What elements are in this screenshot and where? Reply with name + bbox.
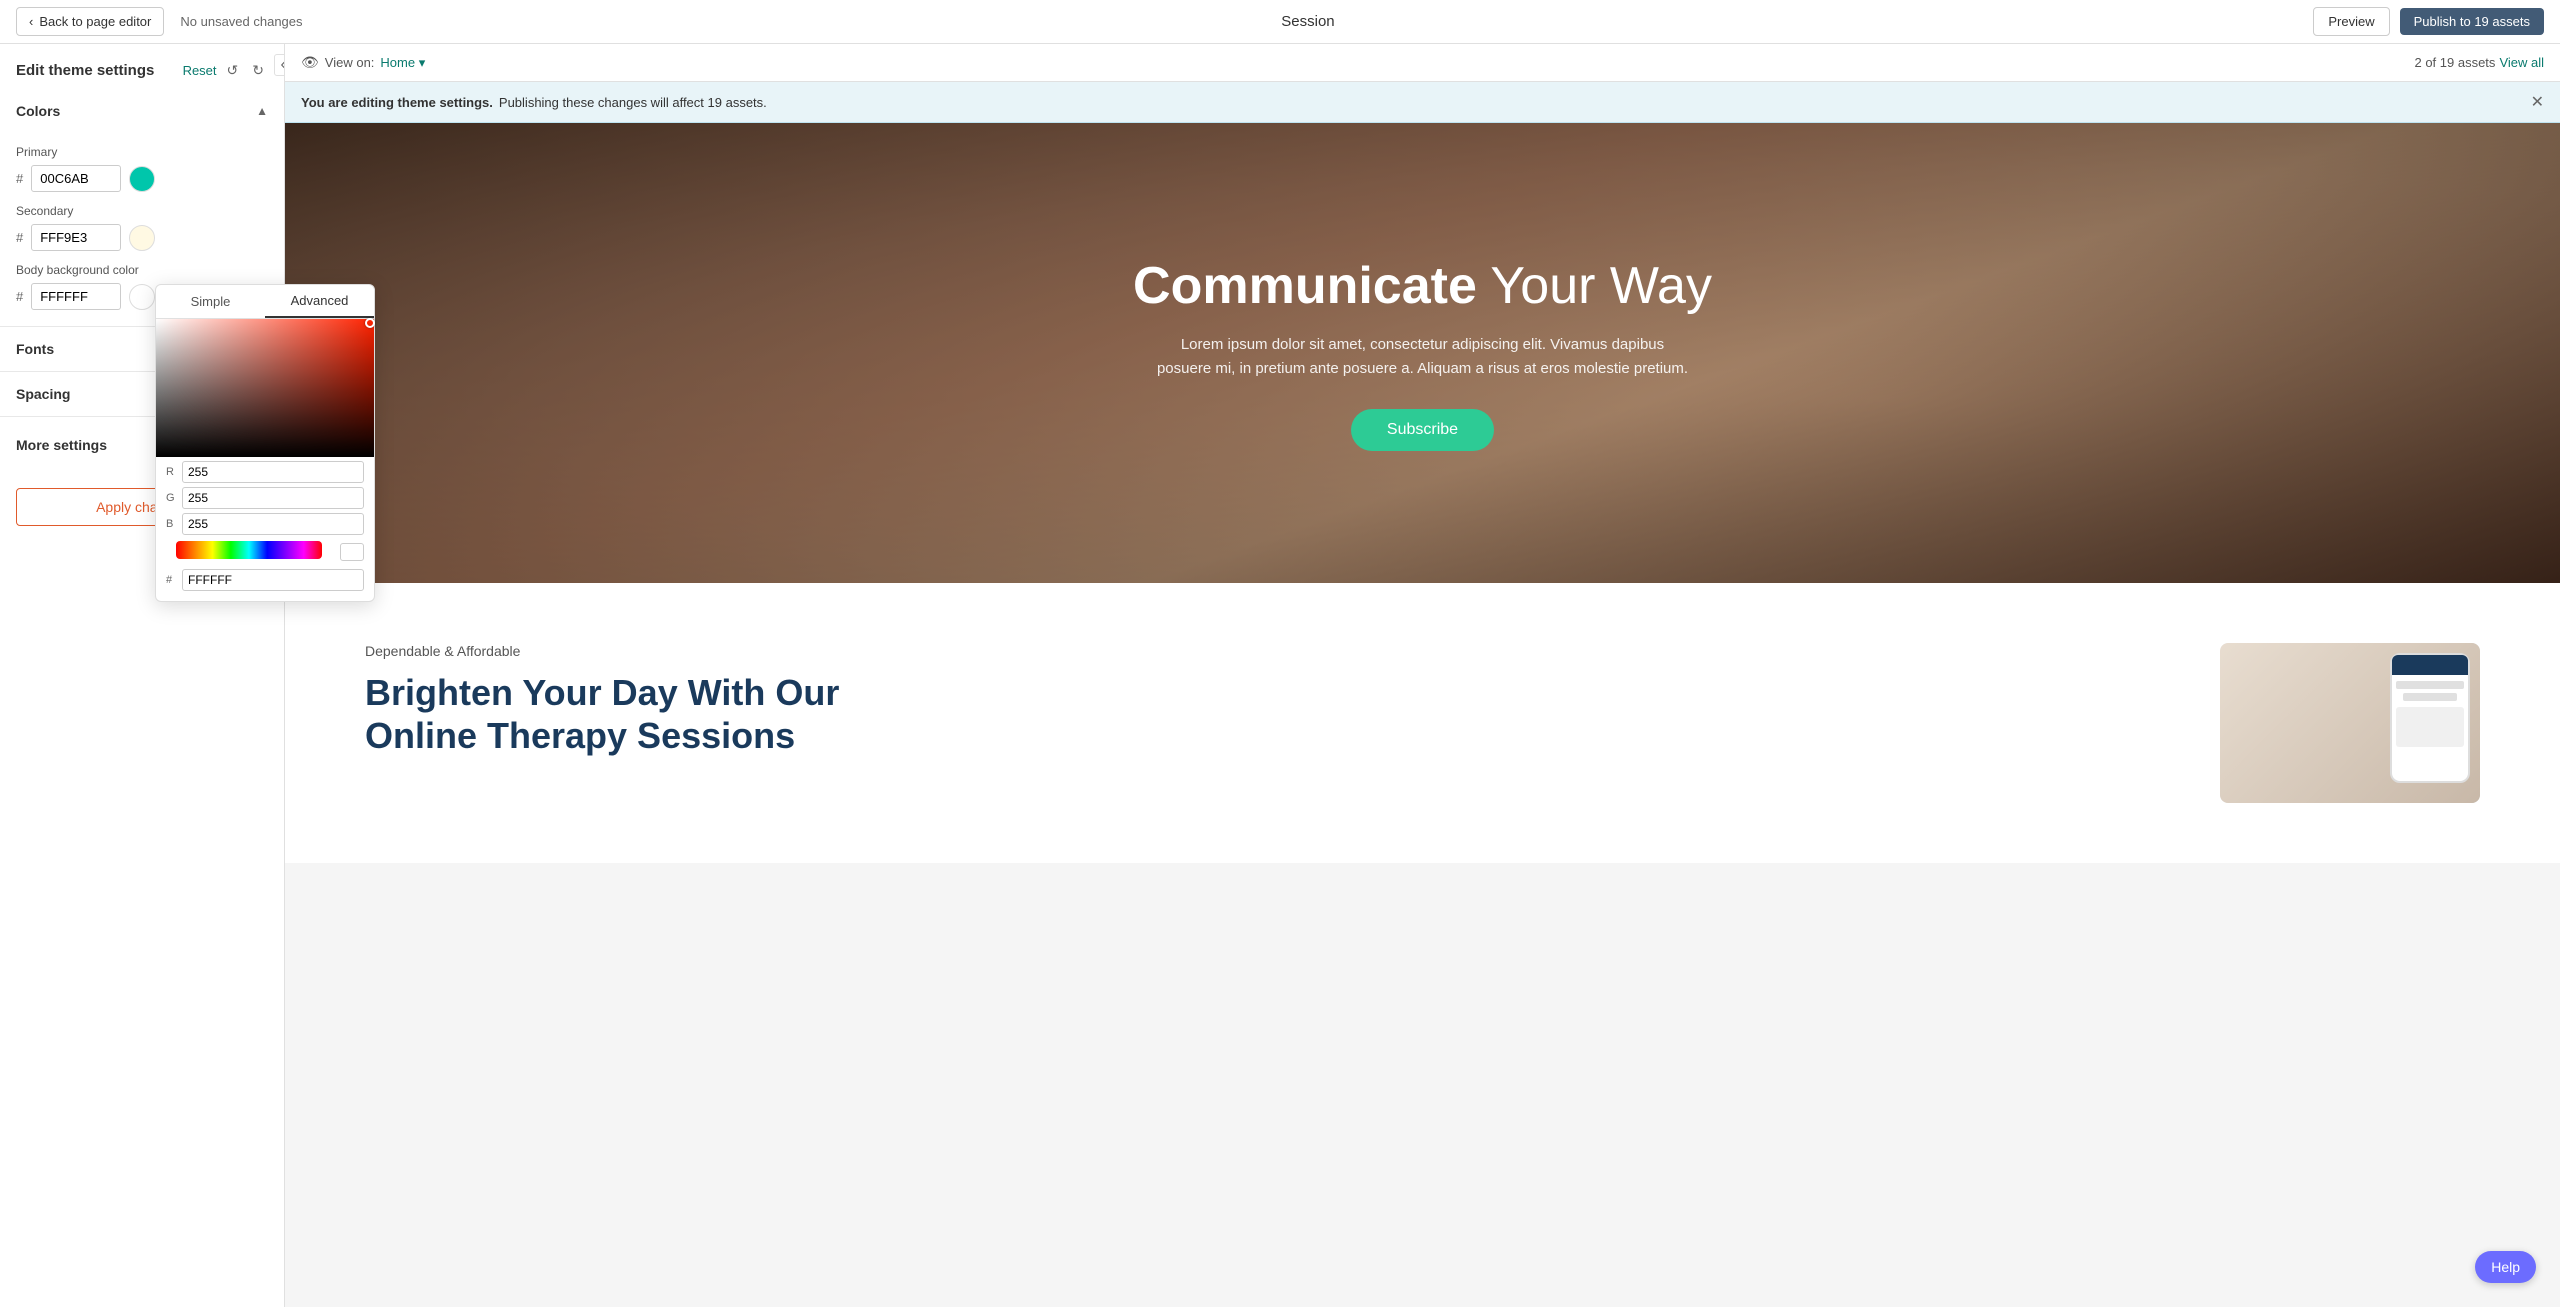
publish-button[interactable]: Publish to 19 assets <box>2400 8 2544 35</box>
main-layout: Edit theme settings Reset ↺ ↻ « Colors ▲… <box>0 44 2560 1307</box>
mock-phone-header <box>2392 655 2468 675</box>
chevron-left-icon: ‹ <box>29 14 33 29</box>
content-heading: Brighten Your Day With Our Online Therap… <box>365 671 2160 757</box>
body-bg-label: Body background color <box>16 263 268 277</box>
preview-button[interactable]: Preview <box>2313 7 2389 36</box>
hex-hash-label: # <box>166 574 178 586</box>
hero-title: Communicate Your Way <box>1133 255 1712 317</box>
secondary-color-row: # <box>16 224 268 251</box>
back-to-page-editor-button[interactable]: ‹ Back to page editor <box>16 7 164 36</box>
sidebar-header-actions: Reset ↺ ↻ <box>183 60 268 81</box>
notice-bold-text: You are editing theme settings. <box>301 95 493 110</box>
subscribe-button[interactable]: Subscribe <box>1351 409 1494 451</box>
sidebar-title: Edit theme settings <box>16 62 154 79</box>
view-area: 👁 View on: Home ▾ 2 of 19 assets View al… <box>285 44 2560 1307</box>
eye-icon: 👁 <box>301 54 319 71</box>
picker-cursor[interactable] <box>365 318 375 328</box>
page-title: Session <box>1281 13 1334 30</box>
r-input[interactable] <box>182 461 364 483</box>
b-label: B <box>166 518 178 530</box>
picker-gradient-container <box>156 319 374 457</box>
top-bar: ‹ Back to page editor No unsaved changes… <box>0 0 2560 44</box>
secondary-color-input[interactable] <box>31 224 121 251</box>
body-bg-color-swatch[interactable] <box>129 284 155 310</box>
primary-hash: # <box>16 171 23 186</box>
view-subbar: 👁 View on: Home ▾ 2 of 19 assets View al… <box>285 44 2560 82</box>
body-bg-color-input[interactable] <box>31 283 121 310</box>
color-picker-popup: Simple Advanced R G B <box>155 284 375 602</box>
mock-line-1 <box>2396 681 2464 689</box>
hero-section: Communicate Your Way Lorem ipsum dolor s… <box>285 123 2560 583</box>
view-all-link[interactable]: View all <box>2499 55 2544 70</box>
collapse-sidebar-button[interactable]: « <box>274 54 285 76</box>
r-row: R <box>166 461 364 483</box>
g-row: G <box>166 487 364 509</box>
fonts-section-title: Fonts <box>16 341 54 357</box>
view-on-label: View on: <box>325 55 375 70</box>
body-bg-hash: # <box>16 289 23 304</box>
hex-input[interactable] <box>182 569 364 591</box>
content-section: Dependable & Affordable Brighten Your Da… <box>285 583 2560 863</box>
notice-bar: You are editing theme settings. Publishi… <box>285 82 2560 123</box>
g-input[interactable] <box>182 487 364 509</box>
hero-content: Communicate Your Way Lorem ipsum dolor s… <box>285 123 2560 583</box>
picker-gradient-canvas[interactable] <box>156 319 374 457</box>
colors-section-title: Colors <box>16 103 60 119</box>
undo-button[interactable]: ↺ <box>223 60 243 81</box>
content-image <box>2220 643 2480 803</box>
content-text: Dependable & Affordable Brighten Your Da… <box>365 643 2160 757</box>
help-button[interactable]: Help <box>2475 1251 2536 1283</box>
advanced-tab[interactable]: Advanced <box>265 285 374 318</box>
top-bar-left: ‹ Back to page editor No unsaved changes <box>16 7 303 36</box>
primary-color-input[interactable] <box>31 165 121 192</box>
sidebar-header: Edit theme settings Reset ↺ ↻ <box>0 44 284 89</box>
mock-phone <box>2390 653 2470 783</box>
simple-tab[interactable]: Simple <box>156 285 265 318</box>
b-row: B <box>166 513 364 535</box>
primary-label: Primary <box>16 145 268 159</box>
b-input[interactable] <box>182 513 364 535</box>
spacing-section-title: Spacing <box>16 386 70 402</box>
top-bar-right: Preview Publish to 19 assets <box>2313 7 2544 36</box>
no-unsaved-changes-label: No unsaved changes <box>180 14 302 29</box>
chevron-down-icon: ▾ <box>419 55 426 70</box>
secondary-hash: # <box>16 230 23 245</box>
primary-color-row: # <box>16 165 268 192</box>
hex-row: # <box>166 569 364 591</box>
picker-tabs: Simple Advanced <box>156 285 374 319</box>
r-label: R <box>166 466 178 478</box>
white-swatch[interactable] <box>340 543 364 561</box>
colors-section-header[interactable]: Colors ▲ <box>0 89 284 133</box>
more-settings-title: More settings <box>16 437 107 453</box>
content-tag: Dependable & Affordable <box>365 643 2160 659</box>
reset-button[interactable]: Reset <box>183 63 217 78</box>
hero-subtitle: Lorem ipsum dolor sit amet, consectetur … <box>1153 333 1693 381</box>
g-label: G <box>166 492 178 504</box>
notice-message: Publishing these changes will affect 19 … <box>499 95 767 110</box>
hue-row <box>166 541 364 563</box>
redo-button[interactable]: ↻ <box>248 60 268 81</box>
picker-body: R G B # <box>156 457 374 601</box>
colors-section-arrow: ▲ <box>256 104 268 118</box>
notice-text: You are editing theme settings. Publishi… <box>301 95 767 110</box>
secondary-label: Secondary <box>16 204 268 218</box>
primary-color-swatch[interactable] <box>129 166 155 192</box>
notice-close-button[interactable]: ✕ <box>2531 92 2544 112</box>
hue-strip[interactable] <box>176 541 322 559</box>
mock-line-2 <box>2403 693 2457 701</box>
mock-content <box>2396 707 2464 747</box>
sidebar: Edit theme settings Reset ↺ ↻ « Colors ▲… <box>0 44 285 1307</box>
home-link[interactable]: Home ▾ <box>380 55 425 71</box>
secondary-color-swatch[interactable] <box>129 225 155 251</box>
view-on-container: 👁 View on: Home ▾ <box>301 54 425 71</box>
assets-info: 2 of 19 assets View all <box>2414 55 2544 70</box>
